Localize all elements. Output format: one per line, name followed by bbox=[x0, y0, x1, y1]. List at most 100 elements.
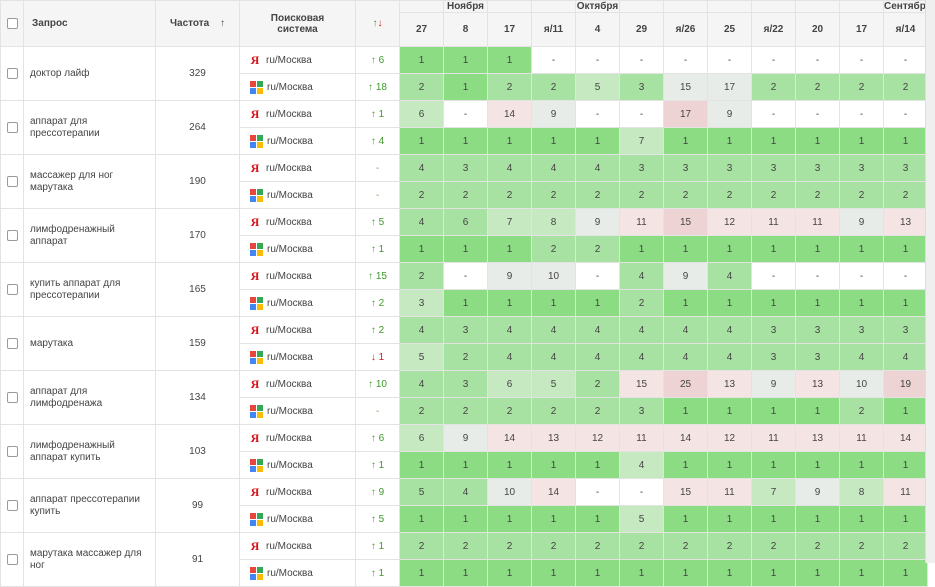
search-engine-cell: ru/Москва bbox=[239, 451, 356, 479]
position-cell: 1 bbox=[663, 559, 708, 587]
position-cell: 1 bbox=[751, 127, 796, 155]
position-cell: 2 bbox=[487, 397, 532, 425]
row-checkbox[interactable] bbox=[6, 499, 18, 511]
position-cell: 1 bbox=[751, 559, 796, 587]
change-column-header[interactable]: ↑↓ bbox=[355, 0, 400, 47]
position-change: - bbox=[355, 397, 400, 425]
position-cell: 12 bbox=[707, 424, 752, 452]
month-label-cell bbox=[399, 0, 444, 13]
date-column-header[interactable]: 17 bbox=[487, 12, 532, 47]
frequency-column-header[interactable]: Частота ↑ bbox=[155, 0, 240, 47]
date-column-header[interactable]: 4 bbox=[575, 12, 620, 47]
date-column-header[interactable]: 20 bbox=[795, 12, 840, 47]
position-cell: 1 bbox=[751, 397, 796, 425]
position-cell: 2 bbox=[707, 532, 752, 560]
month-label-cell bbox=[795, 0, 840, 13]
position-cell: 2 bbox=[443, 343, 488, 371]
position-cell: 1 bbox=[443, 235, 488, 263]
position-cell: 1 bbox=[839, 235, 884, 263]
row-checkbox[interactable] bbox=[6, 283, 18, 295]
position-cell: 9 bbox=[795, 478, 840, 506]
change-value: - bbox=[375, 162, 380, 174]
frequency-value: 99 bbox=[155, 478, 240, 533]
row-select-cell bbox=[0, 100, 24, 155]
date-column-header[interactable]: 25 bbox=[707, 12, 752, 47]
position-cell: 7 bbox=[751, 478, 796, 506]
row-checkbox[interactable] bbox=[6, 391, 18, 403]
query-text: купить аппарат для прессотерапии bbox=[23, 262, 156, 317]
query-column-label: Запрос bbox=[32, 18, 68, 29]
change-value: 15 bbox=[375, 270, 387, 282]
sort-ascending-icon[interactable]: ↑ bbox=[220, 18, 225, 29]
row-checkbox[interactable] bbox=[6, 445, 18, 457]
row-checkbox[interactable] bbox=[6, 229, 18, 241]
position-cell: 1 bbox=[883, 127, 928, 155]
position-change: ↑ 5 bbox=[355, 505, 400, 533]
row-checkbox[interactable] bbox=[6, 175, 18, 187]
table-row: лимфодренажный аппарат 170 Яru/Москва ↑ 546… bbox=[0, 208, 928, 263]
position-cell: 1 bbox=[663, 289, 708, 317]
search-engine-cell: Яru/Москва bbox=[239, 370, 356, 398]
position-cell: 2 bbox=[443, 532, 488, 560]
select-all-checkbox[interactable] bbox=[6, 17, 18, 29]
date-column-header[interactable]: я/26 bbox=[663, 12, 708, 47]
yandex-logo-icon: Я bbox=[250, 538, 260, 553]
row-checkbox[interactable] bbox=[6, 553, 18, 565]
position-cell: 25 bbox=[663, 370, 708, 398]
table-row: аппарат для лимфодренажа 134 Яru/Москва ↑ 1… bbox=[0, 370, 928, 425]
position-cell: 1 bbox=[443, 559, 488, 587]
position-cell: 2 bbox=[399, 73, 444, 101]
region-label: ru/Москва bbox=[267, 513, 313, 525]
row-checkbox[interactable] bbox=[6, 121, 18, 133]
arrow-up-icon: ↑ bbox=[370, 243, 376, 255]
position-cell: 1 bbox=[663, 397, 708, 425]
date-column-header[interactable]: я/14 bbox=[883, 12, 928, 47]
frequency-value: 170 bbox=[155, 208, 240, 263]
date-column-header[interactable]: я/22 bbox=[751, 12, 796, 47]
position-cell: 1 bbox=[795, 559, 840, 587]
vertical-scrollbar[interactable] bbox=[925, 0, 935, 563]
month-label: Сентября bbox=[883, 0, 928, 13]
position-cell: 1 bbox=[663, 235, 708, 263]
region-label: ru/Москва bbox=[267, 297, 313, 309]
date-column-header[interactable]: 29 bbox=[619, 12, 664, 47]
region-label: ru/Москва bbox=[266, 486, 312, 498]
position-cell: 1 bbox=[487, 451, 532, 479]
position-cell: 3 bbox=[619, 73, 664, 101]
position-cell: 11 bbox=[707, 478, 752, 506]
table-row: аппарат прессотерапии купить 99 Яru/Москва… bbox=[0, 478, 928, 533]
date-column-header[interactable]: 17 bbox=[839, 12, 884, 47]
position-cell: 1 bbox=[839, 559, 884, 587]
sort-down-arrow-icon[interactable]: ↓ bbox=[378, 18, 383, 29]
position-cell: 3 bbox=[795, 316, 840, 344]
position-cell: 1 bbox=[487, 289, 532, 317]
row-select-cell bbox=[0, 532, 24, 587]
position-cell: 13 bbox=[707, 370, 752, 398]
date-column-header[interactable]: 27 bbox=[399, 12, 444, 47]
position-cell: 2 bbox=[619, 532, 664, 560]
position-cell: - bbox=[707, 46, 752, 74]
position-cell: 10 bbox=[531, 262, 576, 290]
row-checkbox[interactable] bbox=[6, 337, 18, 349]
change-value: 1 bbox=[378, 540, 385, 552]
position-cell: - bbox=[531, 46, 576, 74]
position-change: ↑ 1 bbox=[355, 451, 400, 479]
arrow-up-icon: ↑ bbox=[370, 486, 376, 498]
date-column-header[interactable]: 8 bbox=[443, 12, 488, 47]
position-cell: 1 bbox=[751, 289, 796, 317]
position-cell: - bbox=[883, 262, 928, 290]
row-checkbox[interactable] bbox=[6, 67, 18, 79]
position-cell: 4 bbox=[663, 343, 708, 371]
position-cell: 2 bbox=[531, 181, 576, 209]
month-label-cell bbox=[707, 0, 752, 13]
frequency-value: 329 bbox=[155, 46, 240, 101]
date-column-header[interactable]: я/11 bbox=[531, 12, 576, 47]
position-cell: 19 bbox=[883, 370, 928, 398]
query-column-header[interactable]: Запрос bbox=[23, 0, 156, 47]
table-row: марутака массажер для ног 91 Яru/Москва ↑ 1… bbox=[0, 532, 928, 587]
position-cell: 1 bbox=[399, 505, 444, 533]
change-value: 18 bbox=[375, 81, 387, 93]
position-cell: 2 bbox=[663, 181, 708, 209]
position-cell: 2 bbox=[531, 397, 576, 425]
region-label: ru/Москва bbox=[266, 108, 312, 120]
